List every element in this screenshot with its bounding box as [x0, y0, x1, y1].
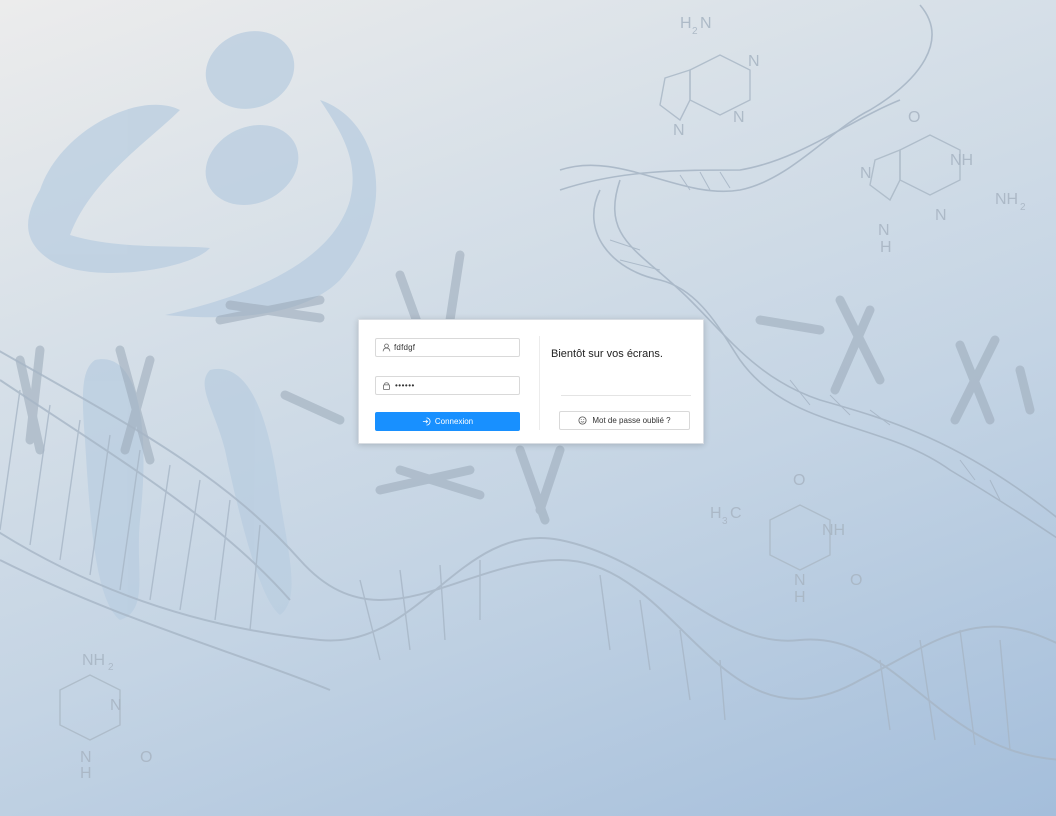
- svg-text:H: H: [680, 15, 692, 32]
- svg-text:N: N: [935, 207, 947, 224]
- svg-text:N: N: [80, 749, 92, 766]
- svg-text:N: N: [110, 697, 122, 714]
- info-panel: Bientôt sur vos écrans. Mot de passe oub…: [551, 320, 701, 445]
- svg-text:3: 3: [722, 516, 728, 527]
- svg-text:O: O: [140, 749, 152, 766]
- svg-text:2: 2: [1020, 202, 1026, 213]
- svg-text:N: N: [700, 15, 712, 32]
- svg-text:N: N: [794, 572, 806, 589]
- svg-text:NH: NH: [822, 522, 845, 539]
- svg-text:NH: NH: [82, 652, 105, 669]
- password-value[interactable]: ••••••: [395, 381, 415, 390]
- svg-text:N: N: [878, 222, 890, 239]
- svg-text:H: H: [710, 505, 722, 522]
- svg-text:2: 2: [108, 662, 114, 673]
- svg-text:O: O: [793, 472, 805, 489]
- svg-text:NH: NH: [950, 152, 973, 169]
- svg-text:O: O: [908, 109, 920, 126]
- forgot-password-label: Mot de passe oublié ?: [592, 416, 671, 425]
- svg-text:H: H: [794, 589, 806, 606]
- svg-text:N: N: [748, 53, 760, 70]
- password-field[interactable]: ••••••: [375, 376, 520, 395]
- user-icon: [382, 343, 391, 352]
- card-divider: [539, 336, 540, 430]
- background-dna-helix-upper: [559, 4, 1056, 539]
- lock-icon: [383, 382, 390, 390]
- login-icon: [422, 417, 431, 426]
- login-button[interactable]: Connexion: [375, 412, 520, 431]
- svg-text:NH: NH: [995, 191, 1018, 208]
- login-button-label: Connexion: [434, 417, 474, 426]
- username-field[interactable]: fdfdgf: [375, 338, 520, 357]
- svg-text:N: N: [860, 165, 872, 182]
- svg-text:H: H: [880, 239, 892, 256]
- forgot-password-button[interactable]: Mot de passe oublié ?: [559, 411, 690, 430]
- svg-text:O: O: [850, 572, 862, 589]
- info-title: Bientôt sur vos écrans.: [551, 348, 663, 360]
- svg-text:N: N: [733, 109, 745, 126]
- svg-text:H: H: [80, 765, 92, 782]
- svg-text:N: N: [673, 122, 685, 139]
- svg-text:C: C: [730, 505, 742, 522]
- svg-text:2: 2: [692, 26, 698, 37]
- username-value[interactable]: fdfdgf: [394, 343, 415, 352]
- info-divider: [561, 395, 691, 396]
- login-card: fdfdgf •••••• Connexion Bientôt sur vos …: [358, 319, 704, 444]
- smile-icon: [578, 416, 587, 425]
